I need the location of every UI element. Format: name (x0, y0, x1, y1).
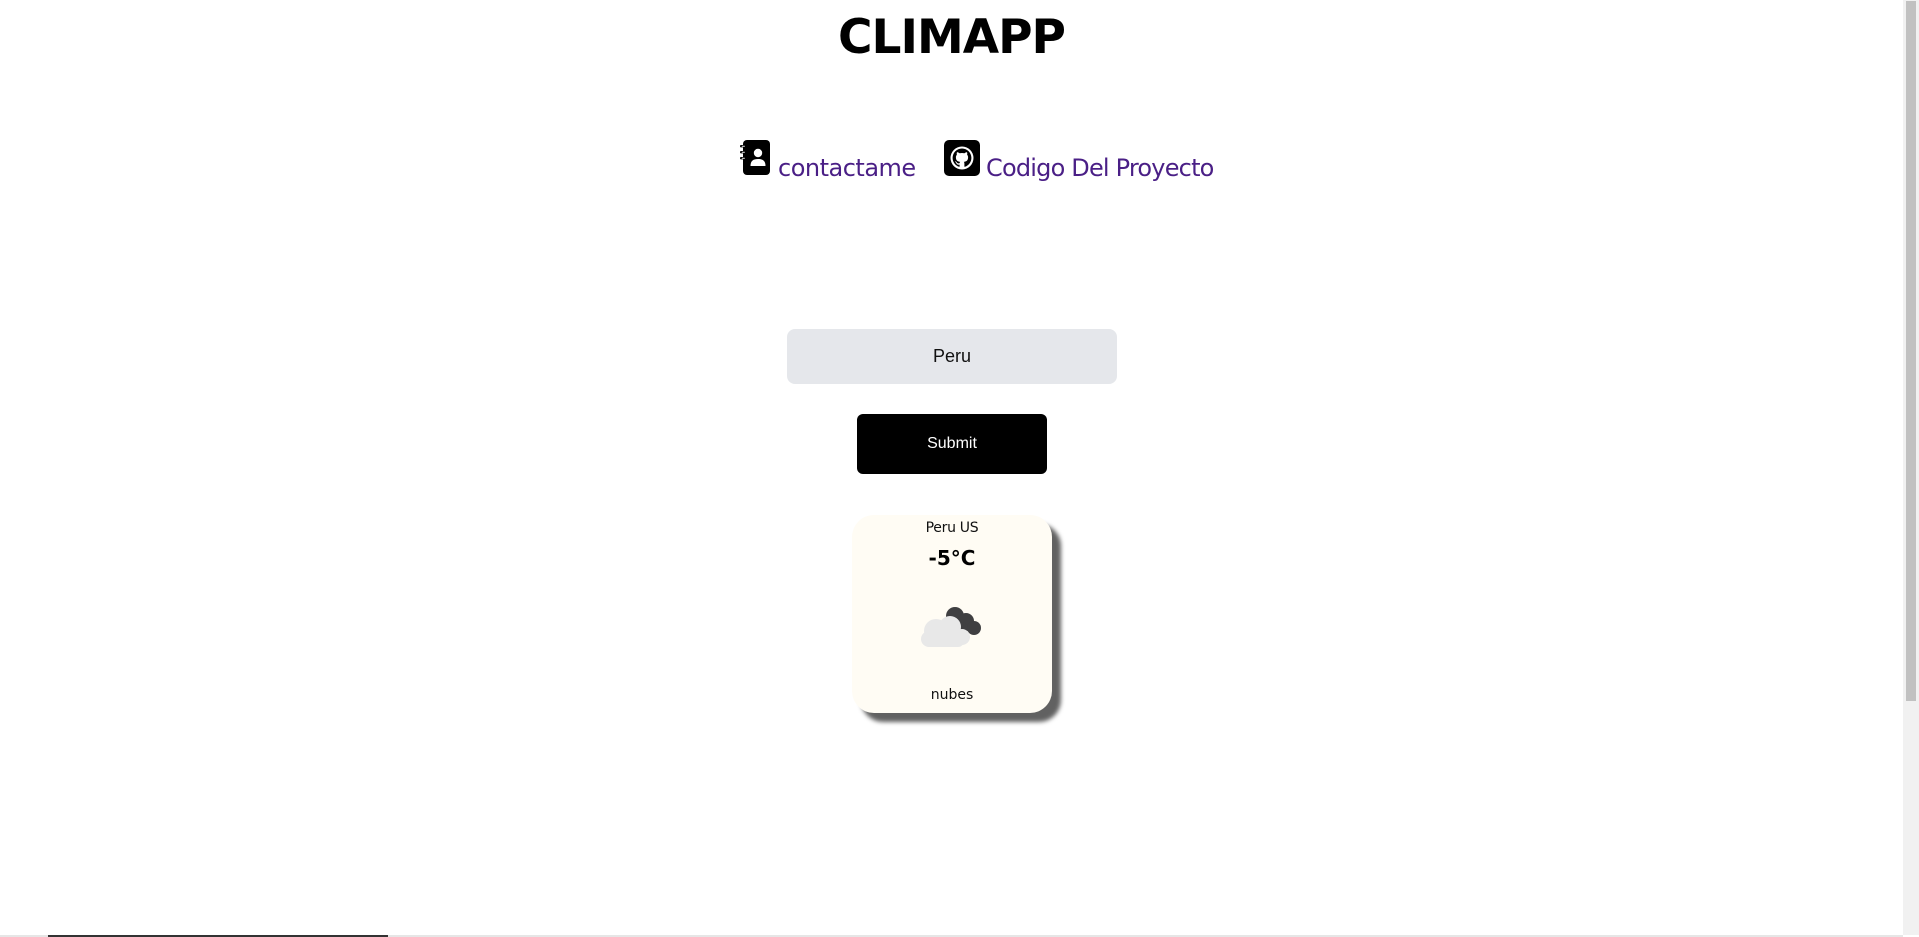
app-viewport: CLIMAPP contactame Codigo Del Proyecto P… (0, 0, 1903, 935)
app-title: CLIMAPP (838, 10, 1066, 65)
city-search-input[interactable] (787, 329, 1117, 384)
repo-link[interactable]: Codigo Del Proyecto (944, 140, 1214, 184)
weather-card: Peru US -5°C nubes (852, 515, 1052, 713)
contact-link[interactable]: contactame (740, 140, 916, 184)
submit-button[interactable]: Submit (857, 414, 1047, 474)
github-icon (944, 140, 980, 183)
weather-temperature: -5°C (928, 546, 976, 570)
address-book-icon (740, 140, 772, 183)
weather-description: nubes (930, 687, 974, 703)
repo-link-label: Codigo Del Proyecto (986, 154, 1214, 182)
cloud-icon (914, 599, 990, 655)
contact-link-label: contactame (778, 154, 916, 182)
page: CLIMAPP contactame Codigo Del Proyecto P… (0, 0, 1919, 937)
vertical-scrollbar[interactable] (1903, 0, 1919, 935)
top-nav: contactame Codigo Del Proyecto (0, 140, 1903, 184)
weather-location: Peru US (925, 520, 979, 536)
vertical-scrollbar-thumb[interactable] (1906, 1, 1916, 701)
